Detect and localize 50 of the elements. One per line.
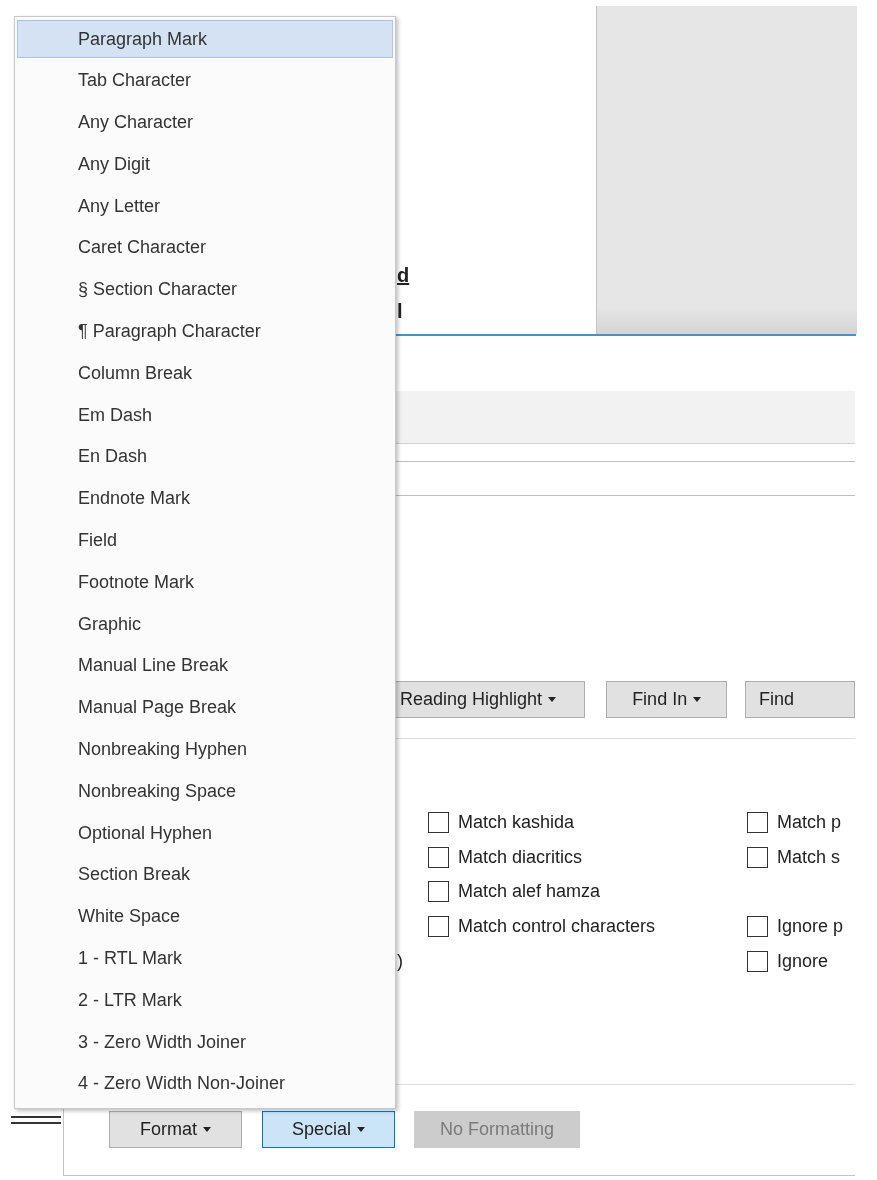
checkbox-label[interactable]: Match diacritics <box>458 846 583 868</box>
checkbox[interactable] <box>747 811 768 833</box>
dropdown-button[interactable]: Format <box>109 1111 242 1148</box>
menu-item[interactable]: Manual Line Break <box>17 646 393 685</box>
checkbox-label[interactable]: Match control characters <box>458 916 656 938</box>
checkbox-label[interactable]: Match p <box>777 811 842 833</box>
document-text: l <box>397 299 404 324</box>
menu-item[interactable]: Caret Character <box>17 229 393 267</box>
dropdown-button[interactable]: Find <box>744 681 855 718</box>
menu-item[interactable]: Em Dash <box>17 396 393 435</box>
menu-item[interactable]: ¶ Paragraph Character <box>17 312 393 351</box>
menu-item[interactable]: 2 - LTR Mark <box>17 981 393 1020</box>
menu-item[interactable]: En Dash <box>17 437 393 476</box>
checkbox[interactable] <box>428 916 449 938</box>
checkbox-label[interactable]: Ignore <box>777 951 829 973</box>
menu-item[interactable]: Field <box>17 521 393 560</box>
checkbox-label[interactable]: Ignore p <box>777 916 844 938</box>
dropdown-button[interactable]: Reading Highlight <box>393 681 586 718</box>
menu-item[interactable]: Column Break <box>17 354 393 393</box>
menu-item[interactable]: Manual Page Break <box>17 688 393 727</box>
checkbox-label[interactable]: Match s <box>777 846 841 868</box>
menu-item[interactable]: Nonbreaking Space <box>17 772 393 811</box>
checkbox[interactable] <box>428 846 449 868</box>
menu-item[interactable]: Paragraph Mark <box>17 20 393 58</box>
menu-item[interactable]: Any Letter <box>17 187 393 226</box>
checkbox[interactable] <box>428 811 449 833</box>
menu-item[interactable]: Graphic <box>17 605 393 644</box>
checkbox[interactable] <box>428 881 449 903</box>
menu-item[interactable]: Nonbreaking Hyphen <box>17 730 393 769</box>
checkbox[interactable] <box>747 951 768 973</box>
checkbox-label[interactable]: Match alef hamza <box>458 881 601 903</box>
checkbox[interactable] <box>747 916 768 938</box>
label-text: ) <box>397 951 404 973</box>
dropdown-button[interactable]: Find In <box>606 681 727 718</box>
checkbox[interactable] <box>747 846 768 868</box>
menu-item[interactable]: Section Break <box>17 855 393 894</box>
menu-item[interactable]: 4 - Zero Width Non-Joiner <box>17 1064 393 1103</box>
menu-item[interactable]: 3 - Zero Width Joiner <box>17 1023 393 1062</box>
menu-item[interactable]: Any Digit <box>17 145 393 184</box>
menu-item[interactable]: Optional Hyphen <box>17 814 393 853</box>
menu-item[interactable]: White Space <box>17 897 393 936</box>
menu-item[interactable]: Tab Character <box>17 61 393 100</box>
menu-item[interactable]: Any Character <box>17 103 393 142</box>
checkbox-label[interactable]: Match kashida <box>458 811 575 833</box>
menu-item[interactable]: § Section Character <box>17 270 393 309</box>
dropdown-button[interactable]: Special <box>262 1111 395 1148</box>
document-text: d <box>397 263 411 288</box>
menu-item[interactable]: 1 - RTL Mark <box>17 939 393 978</box>
menu-item[interactable]: Endnote Mark <box>17 479 393 518</box>
menu-item[interactable]: Footnote Mark <box>17 563 393 602</box>
